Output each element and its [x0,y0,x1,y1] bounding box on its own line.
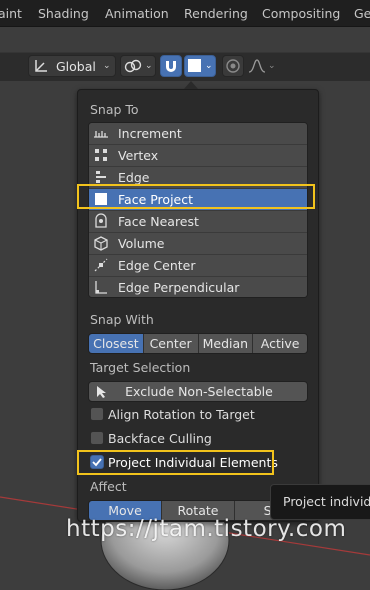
tooltip: Project individua [270,484,370,520]
chevron-down-icon: ⌄ [145,61,153,71]
exclude-non-selectable-label: Exclude Non-Selectable [125,384,273,399]
snap-item-label: Volume [118,236,165,251]
watermark: https://jtam.tistory.com [66,516,347,542]
snap-to-heading: Snap To [90,102,139,117]
backface-culling-row[interactable]: Backface Culling [90,429,290,449]
snap-item-increment[interactable]: Increment [89,123,307,145]
snap-with-closest[interactable]: Closest [89,334,144,353]
chevron-down-icon: ⌄ [268,61,276,71]
face-nearest-icon [95,213,107,228]
align-rotation-label: Align Rotation to Target [108,407,255,422]
volume-icon [94,236,108,251]
align-rotation-checkbox[interactable] [90,407,104,421]
snap-with-selector: Closest Center Median Active [88,333,308,354]
tooltip-text: Project individua [283,494,370,509]
snap-item-label: Edge Perpendicular [118,280,240,295]
highlight-project-individual [77,450,274,475]
snap-face-icon [188,59,201,72]
snap-magnet-icon [166,61,176,72]
backface-culling-checkbox[interactable] [90,431,104,445]
tab-paint[interactable]: aint [0,0,22,26]
snap-with-active[interactable]: Active [253,334,307,353]
snap-item-label: Edge Center [118,258,196,273]
affect-heading: Affect [90,479,127,494]
backface-culling-label: Backface Culling [108,431,212,446]
highlight-face-project [77,184,315,209]
transform-orientation-dropdown[interactable]: Global ⌄ [28,55,116,77]
proportional-edit-icon [226,59,240,73]
edge-perpendicular-icon [95,281,107,294]
snap-item-volume[interactable]: Volume [89,233,307,255]
snap-item-label: Vertex [118,148,159,163]
snap-item-label: Increment [118,126,182,141]
exclude-non-selectable-button[interactable]: Exclude Non-Selectable [88,381,308,402]
snap-item-label: Edge [118,170,150,185]
transform-orientation-icon [35,60,47,72]
snap-item-vertex[interactable]: Vertex [89,145,307,167]
edge-icon [96,171,106,183]
tab-compositing[interactable]: Compositing [262,0,340,26]
increment-icon [94,131,108,138]
chevron-down-icon: ⌄ [205,61,213,71]
target-selection-heading: Target Selection [90,360,191,375]
edge-center-icon [94,258,108,272]
chevron-down-icon: ⌄ [103,61,111,71]
snap-with-median[interactable]: Median [198,334,254,353]
snap-toggle-button[interactable] [160,55,182,77]
snap-item-face-nearest[interactable]: Face Nearest [89,211,307,233]
snap-item-edge-center[interactable]: Edge Center [89,255,307,277]
transform-orientation-value: Global [56,59,96,74]
snap-item-label: Face Nearest [118,214,199,229]
viewport-toolbar: Global ⌄ ⌄ ⌄ ⌄ [0,53,370,79]
snap-item-edge-perpendicular[interactable]: Edge Perpendicular [89,277,307,297]
snap-with-heading: Snap With [90,312,154,327]
workspace-tabs-bar: aint Shading Animation Rendering Composi… [0,0,370,27]
tab-rendering[interactable]: Rendering [184,0,248,26]
snap-target-dropdown[interactable]: ⌄ [184,55,216,77]
snap-with-center[interactable]: Center [143,334,199,353]
tab-geometry-nodes[interactable]: Ge [354,0,370,26]
proportional-edit-toggle[interactable] [222,55,244,77]
pivot-point-dropdown[interactable]: ⌄ [120,55,156,77]
pivot-point-icon [124,59,142,73]
falloff-curve-icon [248,59,266,73]
popover-caret [184,81,198,89]
vertex-icon [95,149,107,161]
align-rotation-row[interactable]: Align Rotation to Target [90,405,290,425]
snap-to-list: Increment Vertex Edge Face Project Face … [88,122,308,298]
tab-animation[interactable]: Animation [105,0,169,26]
tab-shading[interactable]: Shading [38,0,89,26]
proportional-falloff-dropdown[interactable]: ⌄ [246,55,278,77]
